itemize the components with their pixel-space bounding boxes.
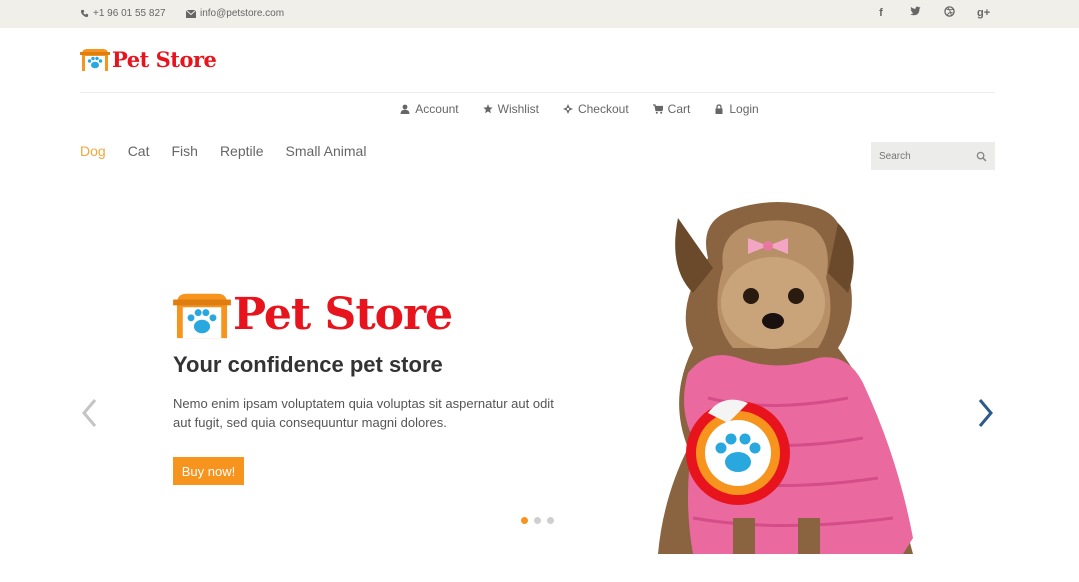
email-address: info@petstore.com <box>200 8 285 19</box>
phone-contact[interactable]: +1 96 01 55 827 <box>80 8 166 19</box>
slider-dot-1[interactable] <box>521 517 528 524</box>
category-nav: Dog Cat Fish Reptile Small Animal <box>80 143 366 159</box>
dribbble-icon[interactable] <box>943 6 955 20</box>
crosshair-icon <box>562 104 573 114</box>
cart-icon <box>652 104 663 114</box>
chevron-left-icon[interactable] <box>80 398 100 428</box>
login-label: Login <box>729 102 759 116</box>
twitter-icon[interactable] <box>909 6 921 20</box>
hero-logo-text: Pet Store <box>233 288 453 340</box>
hero-logo: Pet Store <box>173 288 453 340</box>
account-label: Account <box>415 102 459 116</box>
checkout-label: Checkout <box>577 102 629 116</box>
search-box <box>871 142 995 170</box>
hero-description: Nemo enim ipsam voluptatem quia voluptas… <box>173 396 554 430</box>
slider-dot-3[interactable] <box>547 517 554 524</box>
search-icon[interactable] <box>976 151 987 162</box>
top-bar: +1 96 01 55 827 info@petstore.com f g+ <box>0 0 1079 28</box>
category-reptile[interactable]: Reptile <box>220 143 264 159</box>
wishlist-label: Wishlist <box>497 102 539 116</box>
user-nav: Account Wishlist Checkout Cart Login <box>0 102 1079 116</box>
slider-dot-2[interactable] <box>534 517 541 524</box>
hero-slider: Pet Store Your confidence pet store Nemo… <box>0 180 1079 560</box>
envelope-icon <box>186 9 196 18</box>
cart-label: Cart <box>667 102 691 116</box>
hero-title: Your confidence pet store <box>173 352 443 377</box>
phone-icon <box>80 9 89 18</box>
header-divider <box>80 92 995 93</box>
search-input[interactable] <box>879 150 969 162</box>
category-dog[interactable]: Dog <box>80 143 106 159</box>
account-link[interactable]: Account <box>400 102 459 116</box>
google-plus-icon[interactable]: g+ <box>977 6 990 20</box>
cart-link[interactable]: Cart <box>652 102 691 116</box>
checkout-link[interactable]: Checkout <box>562 102 629 116</box>
user-icon <box>400 104 410 114</box>
buy-now-button[interactable]: Buy now! <box>173 457 244 485</box>
wishlist-link[interactable]: Wishlist <box>482 102 539 116</box>
phone-number: +1 96 01 55 827 <box>93 8 166 19</box>
logo-text: Pet Store <box>112 46 217 72</box>
email-contact[interactable]: info@petstore.com <box>186 8 284 19</box>
slider-dots <box>521 517 554 524</box>
paw-house-icon <box>173 293 231 339</box>
category-cat[interactable]: Cat <box>128 143 150 159</box>
star-icon <box>482 104 493 114</box>
category-small-animal[interactable]: Small Animal <box>286 143 367 159</box>
site-logo[interactable]: Pet Store <box>80 46 217 72</box>
lock-icon <box>715 104 723 114</box>
dog-image <box>658 202 913 554</box>
category-fish[interactable]: Fish <box>171 143 197 159</box>
social-links: f g+ <box>875 6 990 20</box>
paw-house-icon <box>80 49 110 71</box>
facebook-icon[interactable]: f <box>875 6 887 20</box>
login-link[interactable]: Login <box>714 102 759 116</box>
chevron-right-icon[interactable] <box>975 398 995 428</box>
